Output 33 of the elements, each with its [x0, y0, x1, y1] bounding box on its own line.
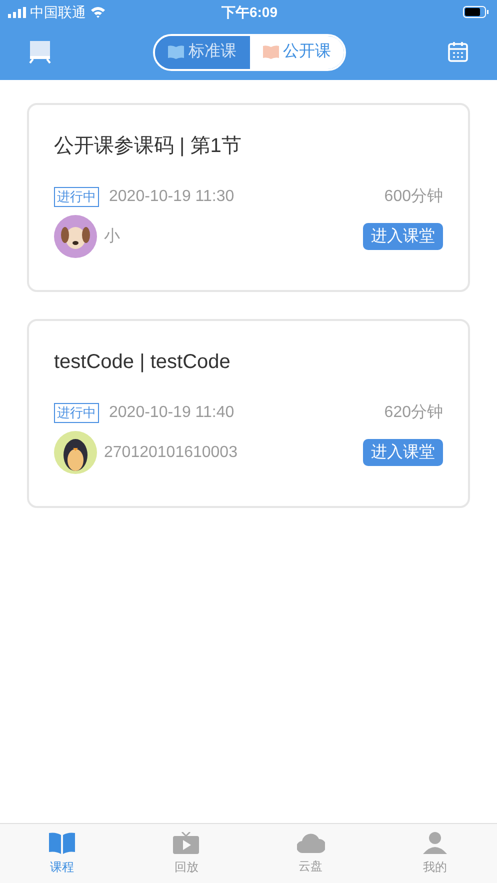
wifi-icon [90, 6, 106, 18]
tv-icon [173, 832, 200, 854]
tab-item[interactable]: 回放 [124, 824, 248, 883]
status-tag: 进行中 [54, 187, 99, 207]
course-title: 公开课参课码 | 第1节 [54, 134, 242, 159]
calendar-icon[interactable] [447, 41, 469, 63]
course-datetime: 2020-10-19 11:30 [109, 187, 234, 207]
teacher-name: 小 [104, 226, 120, 246]
status-time: 下午6:09 [220, 2, 279, 22]
enter-classroom-button[interactable]: 进入课堂 [363, 223, 443, 250]
book-icon [262, 45, 279, 59]
course-title: testCode | testCode [54, 350, 232, 375]
segment-tab[interactable]: 标准课 [155, 36, 250, 68]
segment-tab[interactable]: 公开课 [250, 36, 344, 68]
carrier-name: 中国联通 [30, 2, 86, 22]
tab-item[interactable]: 云盘 [248, 824, 373, 883]
tab-item[interactable]: 我的 [372, 824, 497, 883]
dog-avatar-icon [54, 215, 97, 258]
person-icon [422, 832, 447, 854]
cloud-icon [296, 832, 325, 852]
penguin-avatar-icon [54, 431, 97, 474]
signal-icon [8, 6, 26, 18]
tab-item[interactable]: 课程 [0, 824, 124, 883]
book-icon [49, 832, 76, 854]
teacher-name: 270120101610003 [104, 442, 238, 462]
course-duration: 620分钟 [384, 403, 443, 423]
battery-icon [463, 6, 489, 18]
book-icon [168, 45, 184, 59]
classroom-icon[interactable] [28, 40, 52, 64]
status-tag: 进行中 [54, 403, 99, 423]
course-duration: 600分钟 [384, 187, 443, 207]
enter-classroom-button[interactable]: 进入课堂 [363, 439, 443, 466]
course-datetime: 2020-10-19 11:40 [109, 403, 234, 423]
